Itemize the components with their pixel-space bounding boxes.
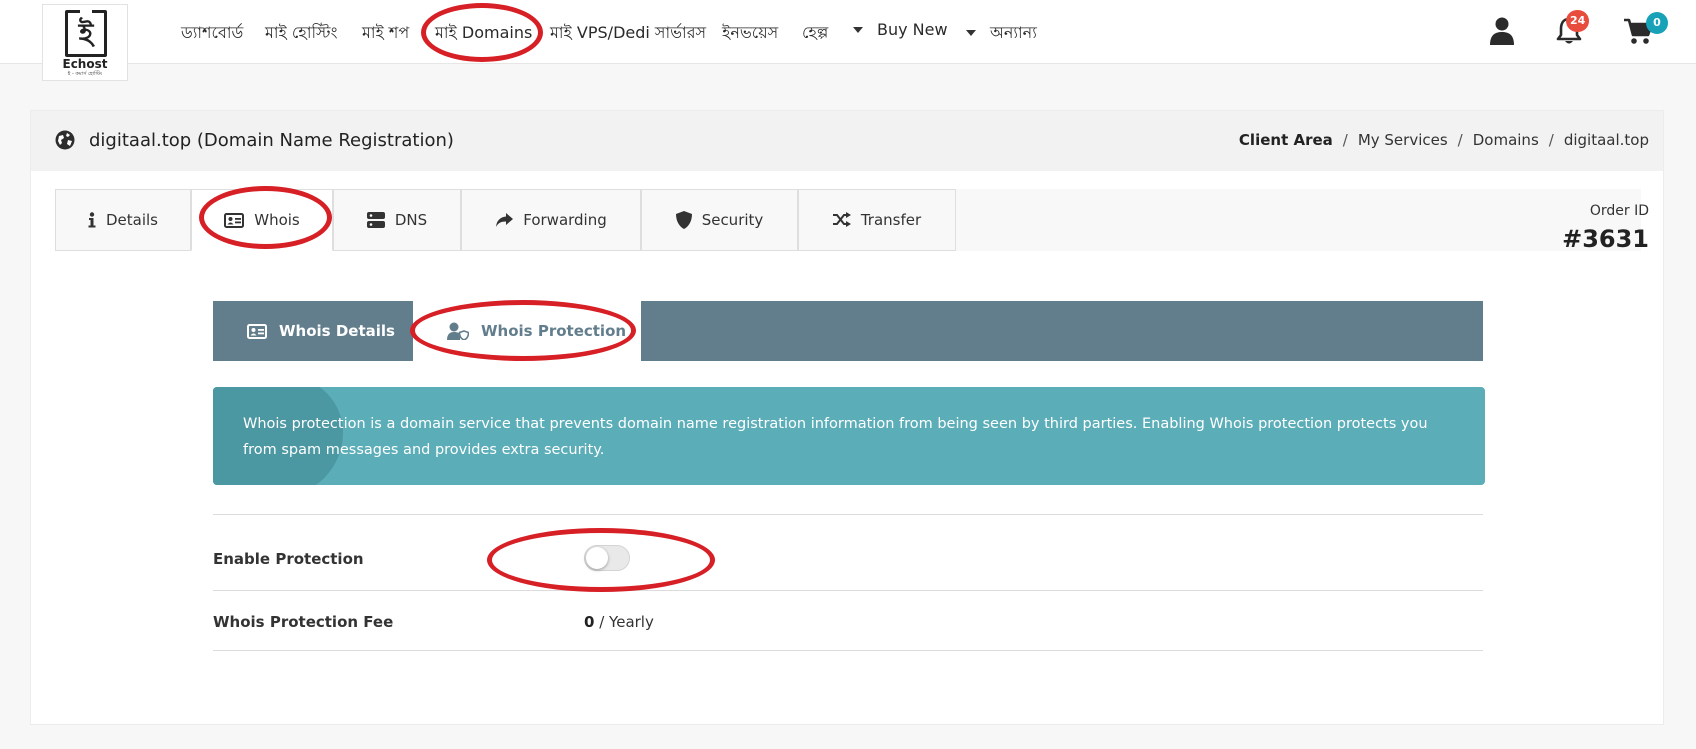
tab-whois[interactable]: Whois [191, 189, 333, 251]
protection-fee-label: Whois Protection Fee [213, 613, 394, 631]
id-card-icon [247, 323, 267, 339]
order-id-label: Order ID [1589, 203, 1649, 219]
nav-dashboard[interactable]: ড্যাশবোর্ড [181, 20, 243, 47]
subtab-whois-protection-label: Whois Protection [481, 322, 627, 340]
tab-forwarding-label: Forwarding [523, 211, 607, 229]
tab-details[interactable]: Details [55, 189, 191, 251]
breadcrumb-client-area[interactable]: Client Area [1239, 131, 1333, 149]
nav-my-hosting[interactable]: মাই হোস্টিং [265, 20, 337, 47]
nav-others-label: অন্যান্য [990, 23, 1037, 42]
subtab-whois-details[interactable]: Whois Details [213, 301, 413, 361]
user-shield-icon [447, 322, 469, 340]
whois-info-alert: Whois protection is a domain service tha… [213, 387, 1485, 485]
cart-count-badge: 0 [1646, 12, 1668, 34]
nav-others[interactable]: অন্যান্য [966, 20, 1037, 47]
whois-subtabs: Whois Details Whois Protection [213, 301, 1483, 361]
enable-protection-label: Enable Protection [213, 550, 364, 568]
breadcrumb-domains[interactable]: Domains [1473, 131, 1539, 149]
nav-help[interactable]: হেল্প [802, 20, 828, 47]
card-header: digitaal.top (Domain Name Registration) … [31, 111, 1663, 171]
breadcrumb-separator: / [1342, 131, 1348, 149]
nav-my-shop[interactable]: মাই শপ [362, 20, 409, 47]
nav-invoice[interactable]: ইনভয়েস [722, 20, 778, 47]
chevron-down-icon [853, 27, 863, 33]
user-icon[interactable] [1490, 17, 1514, 45]
logo-name: Echost [62, 57, 108, 71]
domain-card: digitaal.top (Domain Name Registration) … [30, 110, 1664, 725]
logo-mark: ই [65, 7, 107, 57]
globe-icon [55, 130, 75, 150]
enable-protection-toggle[interactable] [584, 545, 630, 571]
breadcrumb-my-services[interactable]: My Services [1358, 131, 1448, 149]
shield-icon [675, 211, 692, 229]
tab-whois-label: Whois [254, 211, 300, 229]
fee-period: / Yearly [599, 613, 654, 631]
echost-logo[interactable]: ই Echost ই - কমার্স হোস্টিং [42, 4, 128, 81]
nav-my-domains[interactable]: মাই Domains [435, 20, 532, 47]
alert-text: Whois protection is a domain service tha… [243, 416, 1428, 458]
nav-buy-new-label: Buy New [877, 20, 948, 39]
id-card-icon [224, 212, 245, 228]
breadcrumb-separator: / [1548, 131, 1554, 149]
protection-fee-value: 0 / Yearly [584, 613, 654, 631]
tab-security[interactable]: Security [641, 189, 798, 251]
divider [213, 650, 1483, 651]
subtab-whois-protection[interactable]: Whois Protection [413, 301, 641, 361]
nav-buy-new[interactable]: Buy New [853, 20, 948, 39]
breadcrumb: Client Area / My Services / Domains / digitaal… [1239, 131, 1649, 149]
server-icon [366, 212, 385, 228]
tab-transfer-label: Transfer [860, 211, 922, 229]
breadcrumb-separator: / [1457, 131, 1463, 149]
divider [213, 590, 1483, 591]
share-icon [496, 213, 514, 227]
info-icon [88, 212, 96, 228]
shuffle-icon [832, 212, 851, 227]
chevron-down-icon [966, 30, 976, 36]
tab-transfer[interactable]: Transfer [798, 189, 956, 251]
page-title: digitaal.top (Domain Name Registration) [89, 130, 454, 151]
divider [213, 514, 1483, 515]
notification-count-badge: 24 [1566, 10, 1590, 32]
tab-dns[interactable]: DNS [333, 189, 461, 251]
tab-dns-label: DNS [394, 211, 428, 229]
nav-my-vps[interactable]: মাই VPS/Dedi সার্ভারস [550, 20, 706, 47]
top-navbar: ই Echost ই - কমার্স হোস্টিং ড্যাশবোর্ড ম… [0, 0, 1696, 81]
logo-tagline: ই - কমার্স হোস্টিং [67, 71, 103, 77]
breadcrumb-current-domain: digitaal.top [1563, 131, 1649, 149]
tab-forwarding[interactable]: Forwarding [461, 189, 641, 251]
subtab-whois-details-label: Whois Details [279, 322, 395, 340]
tab-security-label: Security [701, 211, 764, 229]
fee-amount: 0 [584, 613, 595, 631]
tab-details-label: Details [105, 211, 158, 229]
service-tabs: Details Whois DNS Forwarding Security Tr… [55, 189, 1641, 251]
toggle-knob [586, 547, 608, 569]
order-id-value: #3631 [1562, 225, 1649, 253]
